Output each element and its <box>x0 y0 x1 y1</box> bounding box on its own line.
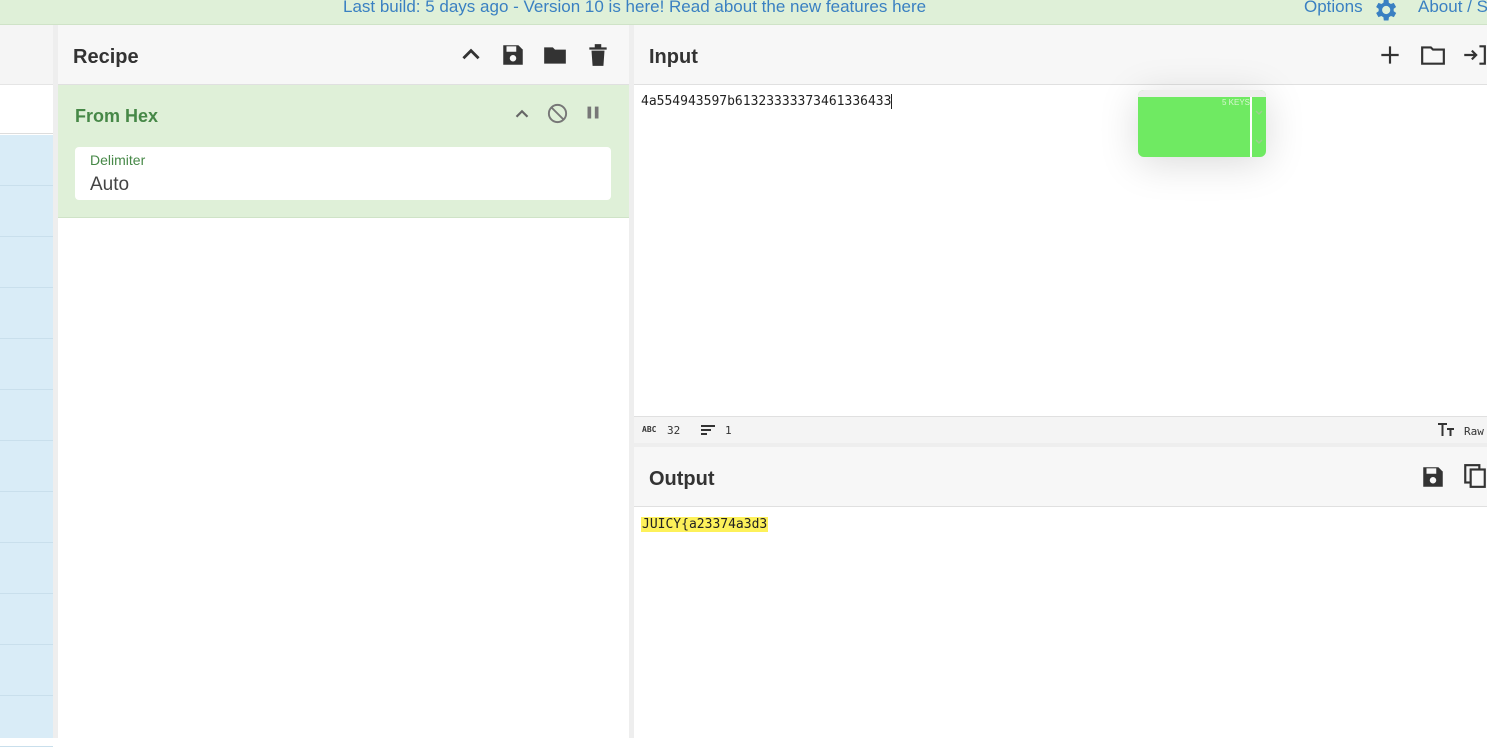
copy-icon[interactable] <box>1462 463 1487 489</box>
output-header: Output <box>634 447 1487 507</box>
save-icon[interactable] <box>500 42 526 68</box>
delimiter-value[interactable]: Auto <box>90 174 129 196</box>
banner-link[interactable]: Last build: 5 days ago - Version 10 is h… <box>343 0 926 17</box>
recipe-header: Recipe <box>58 25 629 85</box>
about-link[interactable]: About / S <box>1418 0 1487 17</box>
operations-panel <box>0 25 53 747</box>
text-caret <box>891 94 893 109</box>
operation-item[interactable] <box>0 441 53 492</box>
open-folder-icon[interactable] <box>1420 42 1446 68</box>
input-status-bar: ABC 32 1 Raw <box>634 416 1487 444</box>
operation-item[interactable] <box>0 339 53 390</box>
chevron-up-icon[interactable] <box>511 103 533 125</box>
chevron-down-icon[interactable] <box>1254 108 1264 118</box>
operation-item[interactable] <box>0 186 53 237</box>
operation-item[interactable] <box>0 594 53 645</box>
input-textarea[interactable]: 4a554943597b61323333373461336433 <box>641 94 893 109</box>
operation-item[interactable] <box>0 135 53 186</box>
font-size-icon[interactable] <box>1437 422 1455 438</box>
widget-divider <box>1250 97 1252 157</box>
operations-list <box>0 135 53 747</box>
length-icon: ABC <box>642 425 657 434</box>
options-link[interactable]: Options <box>1304 0 1363 17</box>
recipe-title: Recipe <box>73 46 139 68</box>
save-output-icon[interactable] <box>1420 464 1446 490</box>
input-length: 32 <box>667 424 681 437</box>
input-title: Input <box>649 46 698 68</box>
input-lines: 1 <box>725 424 732 437</box>
input-header: Input <box>634 25 1487 85</box>
operation-item[interactable] <box>0 237 53 288</box>
delimiter-field[interactable]: Delimiter Auto <box>75 147 611 200</box>
format-label[interactable]: Raw <box>1464 425 1484 438</box>
operations-header <box>0 25 53 85</box>
operation-item[interactable] <box>0 543 53 594</box>
trash-icon[interactable] <box>585 42 611 68</box>
recipe-operation[interactable]: From Hex Delimiter Auto <box>58 85 629 218</box>
disable-icon[interactable] <box>546 102 569 125</box>
output-panel: Output JUICY{a23374a3d3 <box>634 447 1487 738</box>
load-file-icon[interactable] <box>1461 42 1487 68</box>
chevron-down-icon[interactable] <box>1254 137 1264 147</box>
widget-label: 5 KEYS <box>1222 98 1251 107</box>
chevron-up-icon[interactable] <box>458 42 484 68</box>
operations-search[interactable] <box>0 85 53 134</box>
operation-item[interactable] <box>0 696 53 747</box>
operation-item[interactable] <box>0 492 53 543</box>
folder-icon[interactable] <box>542 42 568 68</box>
output-title: Output <box>649 468 715 490</box>
lines-icon <box>701 425 715 435</box>
operation-name: From Hex <box>75 106 159 126</box>
output-text[interactable]: JUICY{a23374a3d3 <box>641 517 769 532</box>
operation-item[interactable] <box>0 288 53 339</box>
recipe-panel: Recipe From Hex Delimiter Auto <box>58 25 629 738</box>
operation-item[interactable] <box>0 645 53 696</box>
floating-widget[interactable]: 5 KEYS <box>1138 90 1266 157</box>
pause-icon[interactable] <box>582 102 604 124</box>
top-banner: Last build: 5 days ago - Version 10 is h… <box>0 0 1487 25</box>
widget-bar <box>1138 90 1266 97</box>
input-panel: Input 4a554943597b61323333373461336433 <box>634 25 1487 416</box>
plus-icon[interactable] <box>1377 42 1403 68</box>
delimiter-label: Delimiter <box>90 152 146 168</box>
operation-item[interactable] <box>0 390 53 441</box>
gear-icon[interactable] <box>1371 0 1399 24</box>
